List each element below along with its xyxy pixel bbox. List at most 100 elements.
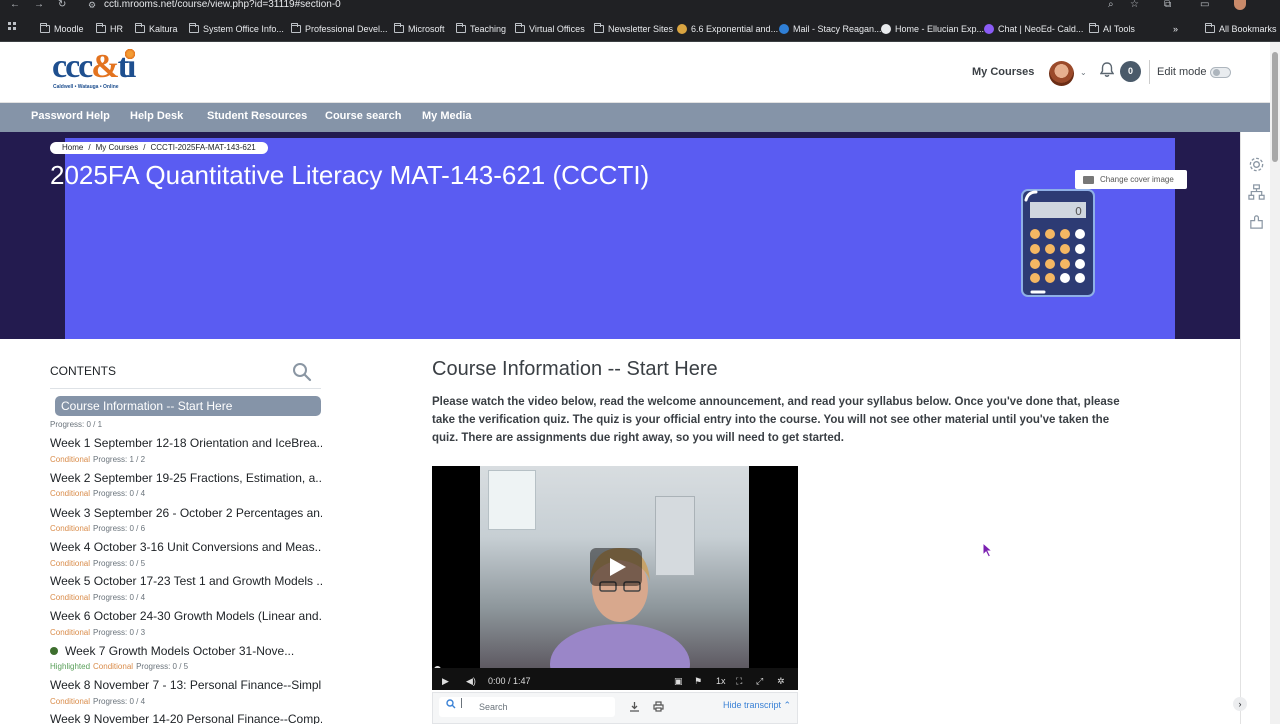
conditional-tag: Conditional (50, 628, 91, 637)
index-item-week-9[interactable]: Week 9 November 14-20 Personal Finance--… (50, 712, 322, 724)
bookmarks-bar: Moodle HR Kaltura System Office Info... … (0, 14, 1280, 42)
nav-course-search[interactable]: Course search (325, 110, 401, 122)
conditional-tag: Conditional (93, 662, 134, 671)
breadcrumb: Home / My Courses / CCCTI-2025FA-MAT-143-621 (50, 142, 268, 154)
header-divider (1149, 60, 1150, 84)
section-summary: Please watch the video below, read the w… (432, 396, 1120, 444)
folder-icon (189, 23, 199, 33)
bookmark-star-icon[interactable]: ☆ (1130, 0, 1139, 10)
reload-icon[interactable]: ↻ (58, 0, 66, 10)
sitemap-icon[interactable] (1248, 184, 1265, 201)
messages-button[interactable]: 0 (1120, 61, 1141, 82)
breadcrumb-my-courses[interactable]: My Courses (96, 143, 139, 152)
play-overlay-button[interactable] (590, 548, 642, 586)
bookmark-professional-devel[interactable]: Professional Devel... (291, 22, 388, 36)
scrollbar-thumb[interactable] (1272, 52, 1278, 162)
index-item-week-6[interactable]: Week 6 October 24-30 Growth Models (Line… (50, 609, 322, 623)
chevron-right-icon[interactable]: › (1233, 697, 1247, 711)
fullscreen-icon[interactable]: ⛶ (736, 676, 742, 686)
bookmark-kaltura[interactable]: Kaltura (135, 22, 178, 36)
back-icon[interactable]: ← (10, 0, 20, 10)
video-current-time: 0:00 (488, 676, 506, 686)
browser-profile-avatar[interactable] (1234, 0, 1246, 10)
conditional-tag: Conditional (50, 559, 91, 568)
bookmark-ai-tools[interactable]: AI Tools (1089, 22, 1135, 36)
page-title: 2025FA Quantitative Literacy MAT-143-621… (50, 160, 650, 190)
nav-my-media[interactable]: My Media (422, 110, 472, 122)
bookmark-exponential[interactable]: 6.6 Exponential and... (677, 22, 778, 36)
index-item-week-7[interactable]: Week 7 Growth Models October 31-Nove... (65, 644, 322, 658)
index-item-week-8[interactable]: Week 8 November 7 - 13: Personal Finance… (50, 678, 322, 692)
tab-search-icon[interactable]: ▭ (1200, 0, 1209, 10)
forward-icon[interactable]: → (34, 0, 44, 10)
download-icon[interactable] (629, 701, 640, 712)
chevron-down-icon[interactable]: ⌄ (1080, 68, 1087, 77)
index-item-week-4[interactable]: Week 4 October 3-16 Unit Conversions and… (50, 540, 322, 554)
apps-grid-icon[interactable] (8, 22, 20, 34)
folder-icon (1089, 23, 1099, 33)
site-favicon-icon (881, 24, 891, 34)
transcript-toolbar: Search Hide transcript ⌃ (432, 692, 798, 724)
breadcrumb-course[interactable]: CCCTI-2025FA-MAT-143-621 (151, 143, 256, 152)
change-cover-image-button[interactable]: Change cover image (1075, 170, 1187, 189)
conditional-tag: Conditional (50, 524, 91, 533)
print-icon[interactable] (653, 701, 664, 712)
bookmark-ellucian[interactable]: Home - Ellucian Exp... (881, 22, 984, 36)
nav-student-resources[interactable]: Student Resources (207, 110, 307, 122)
bookmarks-overflow[interactable]: » (1173, 22, 1178, 36)
index-item-meta: Conditional Progress: 0 / 5 (50, 559, 146, 568)
bookmark-moodle[interactable]: Moodle (40, 22, 84, 36)
bookmark-mail[interactable]: Mail - Stacy Reagan... (779, 22, 882, 36)
search-icon[interactable] (292, 362, 312, 382)
settings-icon[interactable]: ✲ (777, 676, 785, 686)
index-item-course-information[interactable]: Course Information -- Start Here (55, 396, 321, 416)
highlighted-dot-icon (50, 647, 58, 655)
index-item-week-2[interactable]: Week 2 September 19-25 Fractions, Estima… (50, 471, 322, 485)
expand-icon[interactable]: ⤢ (756, 676, 763, 686)
chat-favicon-icon (984, 24, 994, 34)
puzzle-icon[interactable] (1248, 214, 1265, 231)
page-scrollbar[interactable] (1270, 42, 1280, 724)
bookmark-teaching[interactable]: Teaching (456, 22, 506, 36)
edit-mode-toggle[interactable] (1210, 67, 1231, 78)
nav-help-desk[interactable]: Help Desk (130, 110, 183, 122)
index-item-meta: Conditional Progress: 0 / 4 (50, 593, 146, 602)
edit-mode-label: Edit mode (1157, 66, 1207, 78)
index-item-week-3[interactable]: Week 3 September 26 - October 2 Percenta… (50, 506, 322, 520)
volume-icon[interactable]: ◀) (466, 676, 476, 686)
index-item-meta: Conditional Progress: 0 / 3 (50, 628, 146, 637)
address-bar[interactable]: ccti.mrooms.net/course/view.php?id=31119… (104, 0, 341, 10)
bookmark-system-office[interactable]: System Office Info... (189, 22, 284, 36)
bell-icon[interactable] (1100, 62, 1114, 78)
block-drawer-rail (1240, 132, 1270, 724)
my-courses-link[interactable]: My Courses (972, 66, 1034, 78)
bookmark-microsoft[interactable]: Microsoft (394, 22, 445, 36)
index-item-week-1[interactable]: Week 1 September 12-18 Orientation and I… (50, 436, 322, 450)
all-bookmarks[interactable]: All Bookmarks (1205, 22, 1277, 36)
video-player[interactable]: ▶ ◀) 0:00 / 1:47 ▣ ⚑ 1x ⛶ ⤢ ✲ (432, 466, 798, 690)
site-logo[interactable]: ccc&ti Caldwell • Watauga • Online (52, 48, 136, 94)
hide-transcript-button[interactable]: Hide transcript ⌃ (723, 700, 791, 711)
bookmark-newsletter-sites[interactable]: Newsletter Sites (594, 22, 673, 36)
flag-icon[interactable]: ⚑ (694, 676, 702, 686)
bookmark-hr[interactable]: HR (96, 22, 123, 36)
index-item-week-5[interactable]: Week 5 October 17-23 Test 1 and Growth M… (50, 574, 322, 588)
playback-speed[interactable]: 1x (716, 676, 726, 686)
section-title: Course Information -- Start Here (432, 358, 718, 380)
site-info-icon[interactable]: ⚙ (88, 0, 96, 10)
nav-password-help[interactable]: Password Help (31, 110, 110, 122)
user-avatar[interactable] (1049, 61, 1074, 86)
conditional-tag: Conditional (50, 697, 91, 706)
breadcrumb-home[interactable]: Home (62, 143, 83, 152)
bookmark-neoed-chat[interactable]: Chat | NeoEd- Cald... (984, 22, 1083, 36)
bookmark-virtual-offices[interactable]: Virtual Offices (515, 22, 585, 36)
folder-icon (40, 23, 50, 33)
play-icon[interactable]: ▶ (442, 676, 449, 686)
gear-icon[interactable] (1248, 156, 1265, 173)
logo-sun-icon (124, 48, 136, 60)
zoom-icon[interactable]: ⌕ (1108, 0, 1114, 10)
extensions-icon[interactable]: ⧉ (1164, 0, 1171, 10)
captions-icon[interactable]: ▣ (674, 676, 683, 686)
transcript-search-input[interactable]: Search (439, 697, 615, 717)
browser-toolbar: ← → ↻ ⚙ ccti.mrooms.net/course/view.php?… (0, 0, 1280, 14)
